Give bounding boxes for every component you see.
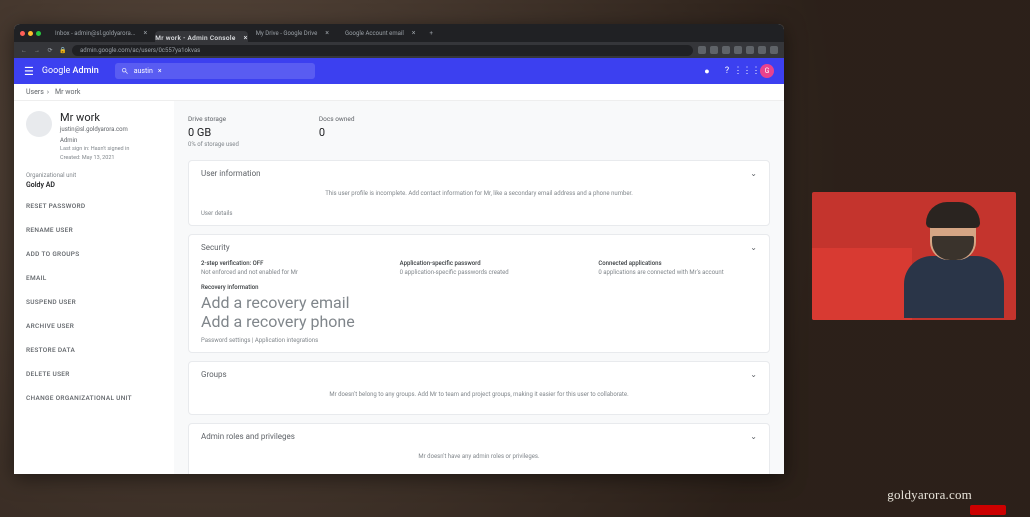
help-icon[interactable]: ?: [720, 64, 734, 78]
rename-user-button[interactable]: RENAME USER: [26, 223, 162, 237]
sidebar: Mr work justin@sl.goldyarora.com Admin L…: [14, 101, 174, 474]
admin-roles-card[interactable]: Admin roles and privileges⌄ Mr doesn't h…: [188, 423, 770, 474]
user-lastsignin: Last sign in: Hasn't signed in: [60, 146, 129, 153]
change-org-unit-button[interactable]: CHANGE ORGANIZATIONAL UNIT: [26, 391, 162, 405]
notifications-icon[interactable]: ●: [700, 64, 714, 78]
add-to-groups-button[interactable]: ADD TO GROUPS: [26, 247, 162, 261]
chevron-down-icon[interactable]: ⌄: [750, 169, 757, 178]
assign-roles-button[interactable]: ASSIGN ROLES: [201, 473, 757, 474]
tab-bar: Inbox - admin@sl.goldyarora...× Mr work …: [14, 24, 784, 42]
chevron-down-icon[interactable]: ⌄: [750, 370, 757, 379]
org-unit-label: Organizational unit: [26, 172, 162, 179]
search-input[interactable]: austin ×: [115, 63, 315, 79]
org-unit-value: Goldy AD: [26, 181, 162, 189]
main-panel: Drive storage 0 GB 0% of storage used Do…: [174, 101, 784, 474]
hamburger-icon[interactable]: ☰: [24, 65, 34, 78]
tab-inbox[interactable]: Inbox - admin@sl.goldyarora...×: [47, 27, 155, 39]
user-information-card[interactable]: User information⌄ This user profile is i…: [188, 160, 770, 226]
minimize-window-icon[interactable]: [28, 31, 33, 36]
user-avatar: [26, 111, 52, 137]
extension-icon[interactable]: [746, 46, 754, 54]
reset-password-button[interactable]: RESET PASSWORD: [26, 199, 162, 213]
breadcrumb-current: Mr work: [55, 88, 80, 96]
clear-search-icon[interactable]: ×: [158, 67, 162, 75]
email-button[interactable]: EMAIL: [26, 271, 162, 285]
address-input[interactable]: admin.google.com/ac/users/0c557ya1okvas: [72, 45, 693, 56]
add-recovery-phone-link[interactable]: Add a recovery phone: [201, 312, 757, 331]
breadcrumb-root[interactable]: Users: [26, 88, 44, 96]
drive-storage-stat: Drive storage 0 GB 0% of storage used: [188, 115, 239, 148]
close-tab-icon[interactable]: ×: [412, 29, 416, 37]
maximize-window-icon[interactable]: [36, 31, 41, 36]
close-tab-icon[interactable]: ×: [325, 29, 329, 37]
groups-card[interactable]: Groups⌄ Mr doesn't belong to any groups.…: [188, 361, 770, 414]
extension-icon[interactable]: [698, 46, 706, 54]
two-step-verification: 2-step verification: OFFNot enforced and…: [201, 260, 360, 276]
traffic-lights: [20, 31, 41, 36]
extension-icon[interactable]: [710, 46, 718, 54]
account-avatar[interactable]: G: [760, 64, 774, 78]
back-icon[interactable]: ←: [20, 47, 28, 54]
tab-drive[interactable]: My Drive - Google Drive×: [248, 27, 337, 39]
forward-icon[interactable]: →: [33, 47, 41, 54]
browser-window: Inbox - admin@sl.goldyarora...× Mr work …: [14, 24, 784, 474]
add-recovery-email-link[interactable]: Add a recovery email: [201, 293, 757, 312]
password-settings-link[interactable]: Password settings | Application integrat…: [201, 337, 757, 344]
extension-icon[interactable]: [734, 46, 742, 54]
stats-row: Drive storage 0 GB 0% of storage used Do…: [188, 111, 770, 160]
extension-icon[interactable]: [722, 46, 730, 54]
restore-data-button[interactable]: RESTORE DATA: [26, 343, 162, 357]
user-created: Created: May 13, 2021: [60, 155, 129, 162]
tab-admin-console[interactable]: Mr work - Admin Console×: [155, 31, 247, 45]
breadcrumb: Users›Mr work: [14, 84, 784, 101]
apps-grid-icon[interactable]: ⋮⋮⋮: [740, 64, 754, 78]
content: Mr work justin@sl.goldyarora.com Admin L…: [14, 101, 784, 474]
lock-icon: 🔒: [59, 47, 67, 54]
connected-applications: Connected applications0 applications are…: [598, 260, 757, 276]
user-details-link[interactable]: User details: [201, 210, 757, 217]
reload-icon[interactable]: ⟳: [46, 47, 54, 54]
user-email: justin@sl.goldyarora.com: [60, 126, 129, 133]
user-role: Admin: [60, 137, 129, 144]
security-card[interactable]: Security⌄ 2-step verification: OFFNot en…: [188, 234, 770, 353]
extension-icon[interactable]: [758, 46, 766, 54]
webcam-overlay: [812, 192, 1016, 320]
app-header: ☰ Google Admin austin × ● ? ⋮⋮⋮ G: [14, 58, 784, 84]
close-tab-icon[interactable]: ×: [144, 29, 148, 37]
suspend-user-button[interactable]: SUSPEND USER: [26, 295, 162, 309]
watermark: goldyarora.com: [887, 487, 972, 503]
app-specific-password: Application-specific password0 applicati…: [400, 260, 559, 276]
user-name: Mr work: [60, 111, 129, 124]
archive-user-button[interactable]: ARCHIVE USER: [26, 319, 162, 333]
chevron-down-icon[interactable]: ⌄: [750, 432, 757, 441]
tab-account[interactable]: Google Account email×: [337, 27, 424, 39]
docs-owned-stat: Docs owned 0: [319, 115, 355, 148]
search-icon: [121, 67, 129, 75]
extensions: [698, 46, 778, 54]
product-logo: Google Admin: [42, 66, 99, 76]
subscribe-button[interactable]: [970, 505, 1006, 515]
url-bar: ← → ⟳ 🔒 admin.google.com/ac/users/0c557y…: [14, 42, 784, 58]
extension-icon[interactable]: [770, 46, 778, 54]
close-window-icon[interactable]: [20, 31, 25, 36]
delete-user-button[interactable]: DELETE USER: [26, 367, 162, 381]
chevron-down-icon[interactable]: ⌄: [750, 243, 757, 252]
new-tab-button[interactable]: +: [424, 30, 439, 37]
